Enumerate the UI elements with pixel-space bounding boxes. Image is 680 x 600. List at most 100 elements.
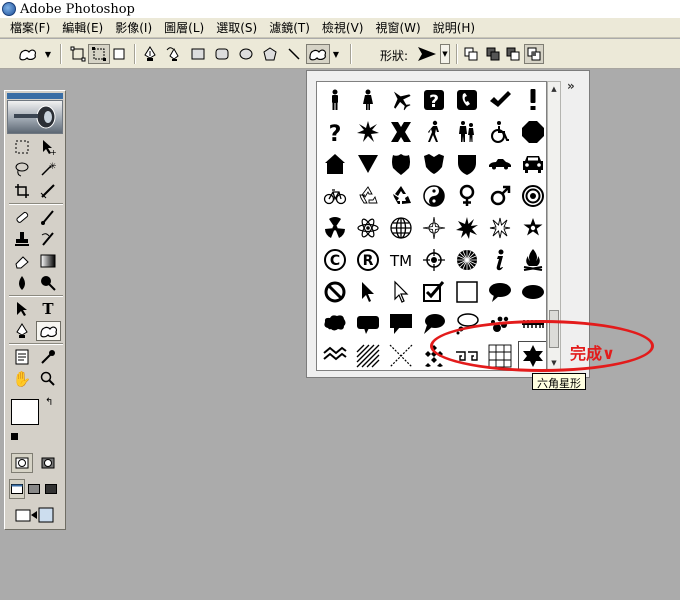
foreground-color-swatch[interactable] [11,399,39,425]
custom-shape-tool-icon[interactable] [36,321,61,341]
type-tool-icon[interactable]: T [37,299,59,319]
ellipse-tool-icon[interactable] [236,44,256,64]
pen-tool-icon[interactable] [11,321,33,341]
rounded-rectangle-icon[interactable] [212,44,232,64]
no-symbol-icon[interactable] [319,276,350,307]
healing-brush-icon[interactable] [11,207,33,227]
airplane-icon[interactable] [385,84,416,115]
school-crossing-icon[interactable] [451,116,482,147]
brush-tool-icon[interactable] [37,207,59,227]
eyedropper-icon[interactable] [37,347,59,367]
recycle-outline-icon[interactable] [352,180,383,211]
pen-tool-icon[interactable] [140,44,160,64]
default-colors-icon[interactable] [11,433,18,440]
atom-icon[interactable] [352,212,383,243]
paths-mode-icon[interactable] [88,44,110,64]
create-new-shape-layer-icon[interactable] [462,44,480,64]
callout-box-icon[interactable] [385,308,416,339]
zoom-tool-icon[interactable] [37,369,59,389]
tool-preset-dropdown-icon[interactable]: ▼ [42,44,54,64]
line-tool-icon[interactable] [284,44,304,64]
checkbox-icon[interactable] [418,276,449,307]
wheelchair-icon[interactable] [484,116,515,147]
burst-outline-icon[interactable] [484,212,515,243]
clone-stamp-icon[interactable] [11,229,33,249]
male-symbol-icon[interactable] [484,180,515,211]
blur-tool-icon[interactable] [11,273,33,293]
menu-filter[interactable]: 濾鏡(T) [263,19,316,36]
shape-layers-icon[interactable] [68,44,88,64]
move-tool-icon[interactable]: + [37,137,59,157]
shield-icon[interactable] [451,148,482,179]
menu-layer[interactable]: 圖層(L) [158,19,210,36]
menu-window[interactable]: 視窗(W) [369,19,426,36]
man-icon[interactable] [319,84,350,115]
jump-to-imageready-icon[interactable] [11,505,59,525]
toolbox-title-bar[interactable] [7,93,63,99]
menu-image[interactable]: 影像(I) [109,19,158,36]
menu-select[interactable]: 選取(S) [210,19,263,36]
photoshop-app-icon[interactable] [2,2,16,16]
car-front-icon[interactable] [517,148,546,179]
house-icon[interactable] [319,148,350,179]
registered-icon[interactable]: R [352,244,383,275]
polygon-tool-icon[interactable] [260,44,280,64]
checkmark-icon[interactable] [484,84,515,115]
cursor-outline-icon[interactable] [385,276,416,307]
rectangular-marquee-icon[interactable] [11,137,33,157]
lasso-tool-icon[interactable] [11,159,33,179]
zigzag-icon[interactable] [319,340,350,370]
radial-lines-icon[interactable] [451,244,482,275]
ellipse-bubble-icon[interactable] [517,276,546,307]
intersect-shape-areas-icon[interactable] [524,44,544,64]
speech-rect-icon[interactable] [352,308,383,339]
female-symbol-icon[interactable] [451,180,482,211]
history-brush-icon[interactable] [37,229,59,249]
crop-tool-icon[interactable] [11,181,33,201]
magic-wand-icon[interactable]: ✳ [37,159,59,179]
subtract-from-shape-area-icon[interactable] [504,44,522,64]
campfire-icon[interactable] [517,244,546,275]
dodge-tool-icon[interactable] [37,273,59,293]
scroll-up-icon[interactable]: ▲ [548,82,560,96]
pedestrian-icon[interactable] [418,116,449,147]
woman-icon[interactable] [352,84,383,115]
full-screen-menu-mode-icon[interactable] [26,479,42,499]
hand-tool-icon[interactable]: ✋ [11,369,33,389]
target-icon[interactable] [517,180,546,211]
slice-tool-icon[interactable] [37,181,59,201]
copyright-icon[interactable]: C [319,244,350,275]
yield-triangle-icon[interactable] [352,148,383,179]
yin-yang-icon[interactable] [418,180,449,211]
question-mark-icon[interactable]: ? [319,116,350,147]
exclamation-icon[interactable] [517,84,546,115]
gradient-tool-icon[interactable] [37,251,59,271]
recycle-icon[interactable] [385,180,416,211]
cursor-arrow-icon[interactable] [352,276,383,307]
custom-shape-tool-icon[interactable] [306,44,330,64]
path-selection-icon[interactable] [11,299,33,319]
sheriff-star-icon[interactable] [517,212,546,243]
geometry-options-dropdown-icon[interactable]: ▼ [330,44,342,64]
standard-mode-icon[interactable] [11,453,33,473]
swap-colors-icon[interactable]: ↰ [45,397,53,408]
globe-icon[interactable] [385,212,416,243]
burst-icon[interactable] [352,116,383,147]
compass-rose-icon[interactable] [418,212,449,243]
menu-file[interactable]: 檔案(F) [4,19,56,36]
x-pattern-icon[interactable] [385,340,416,370]
standard-screen-mode-icon[interactable] [9,479,25,499]
phone-icon[interactable] [451,84,482,115]
shield-badge-icon[interactable] [385,148,416,179]
starburst-icon[interactable] [451,212,482,243]
rectangle-tool-icon[interactable] [188,44,208,64]
speech-bubble-icon[interactable] [484,276,515,307]
full-screen-mode-icon[interactable] [43,479,59,499]
menu-help[interactable]: 說明(H) [427,19,481,36]
x-icon[interactable] [385,116,416,147]
stop-octagon-icon[interactable] [517,116,546,147]
diagonal-hatch-icon[interactable] [352,340,383,370]
freeform-pen-icon[interactable] [164,44,184,64]
blank-square-icon[interactable] [451,276,482,307]
tool-preset-icon[interactable] [16,44,40,64]
